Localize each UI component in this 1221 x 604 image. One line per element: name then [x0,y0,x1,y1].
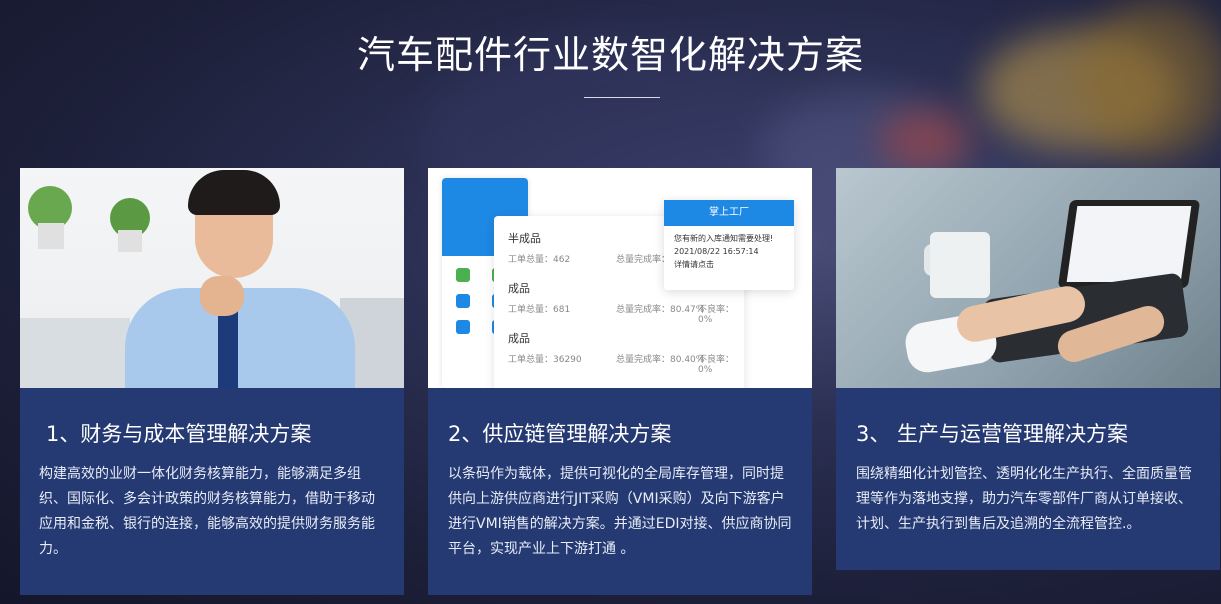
row-name: 成品 [508,332,530,345]
row-defect: 不良率：0% [698,305,735,325]
card-title: 1、财务与成本管理解决方案 [46,422,312,446]
notification-popup: 掌上工厂 您有新的入库通知需要处理! 2021/08/22 16:57:14 详… [664,200,794,290]
card-title: 2、供应链管理解决方案 [448,422,672,446]
notify-time: 2021/08/22 16:57:14 [674,247,759,256]
row-qty: 工单总量：462 [508,255,571,265]
card-description: 构建高效的业财一体化财务核算能力，能够满足多组织、国际化、多会计政策的财务核算能… [39,466,375,557]
row-defect: 不良率：0% [698,355,735,375]
solution-card-production[interactable]: 3、 生产与运营管理解决方案 围绕精细化计划管控、透明化化生产执行、全面质量管理… [836,168,1220,570]
app-mockup-image: 半成品 工单总量：462 总量完成率：78.55% 成品 工单总量：681 总量… [428,168,812,388]
tablet-typing-photo [836,168,1220,388]
notify-title: 掌上工厂 [664,200,794,226]
row-qty: 工单总量：36290 [508,355,582,365]
row-rate: 总量完成率：80.40% [616,355,705,365]
row-qty: 工单总量：681 [508,305,571,315]
card-description: 围绕精细化计划管控、透明化化生产执行、全面质量管理等作为落地支撑，助力汽车零部件… [856,466,1192,532]
row-rate: 总量完成率：80.47% [616,305,705,315]
solution-card-supply-chain[interactable]: 半成品 工单总量：462 总量完成率：78.55% 成品 工单总量：681 总量… [428,168,812,595]
businessman-photo [20,168,404,388]
notify-link: 详情请点击 [674,260,714,269]
card-title: 3、 生产与运营管理解决方案 [856,422,1129,446]
background-blur [880,110,970,170]
solution-card-finance[interactable]: 1、财务与成本管理解决方案 构建高效的业财一体化财务核算能力，能够满足多组织、国… [20,168,404,595]
title-underline [584,97,660,98]
page-title: 汽车配件行业数智化解决方案 [356,33,864,77]
notify-message: 您有新的入库通知需要处理! [674,234,774,243]
card-description: 以条码作为载体，提供可视化的全局库存管理，同时提供向上游供应商进行JIT采购（V… [448,466,792,557]
